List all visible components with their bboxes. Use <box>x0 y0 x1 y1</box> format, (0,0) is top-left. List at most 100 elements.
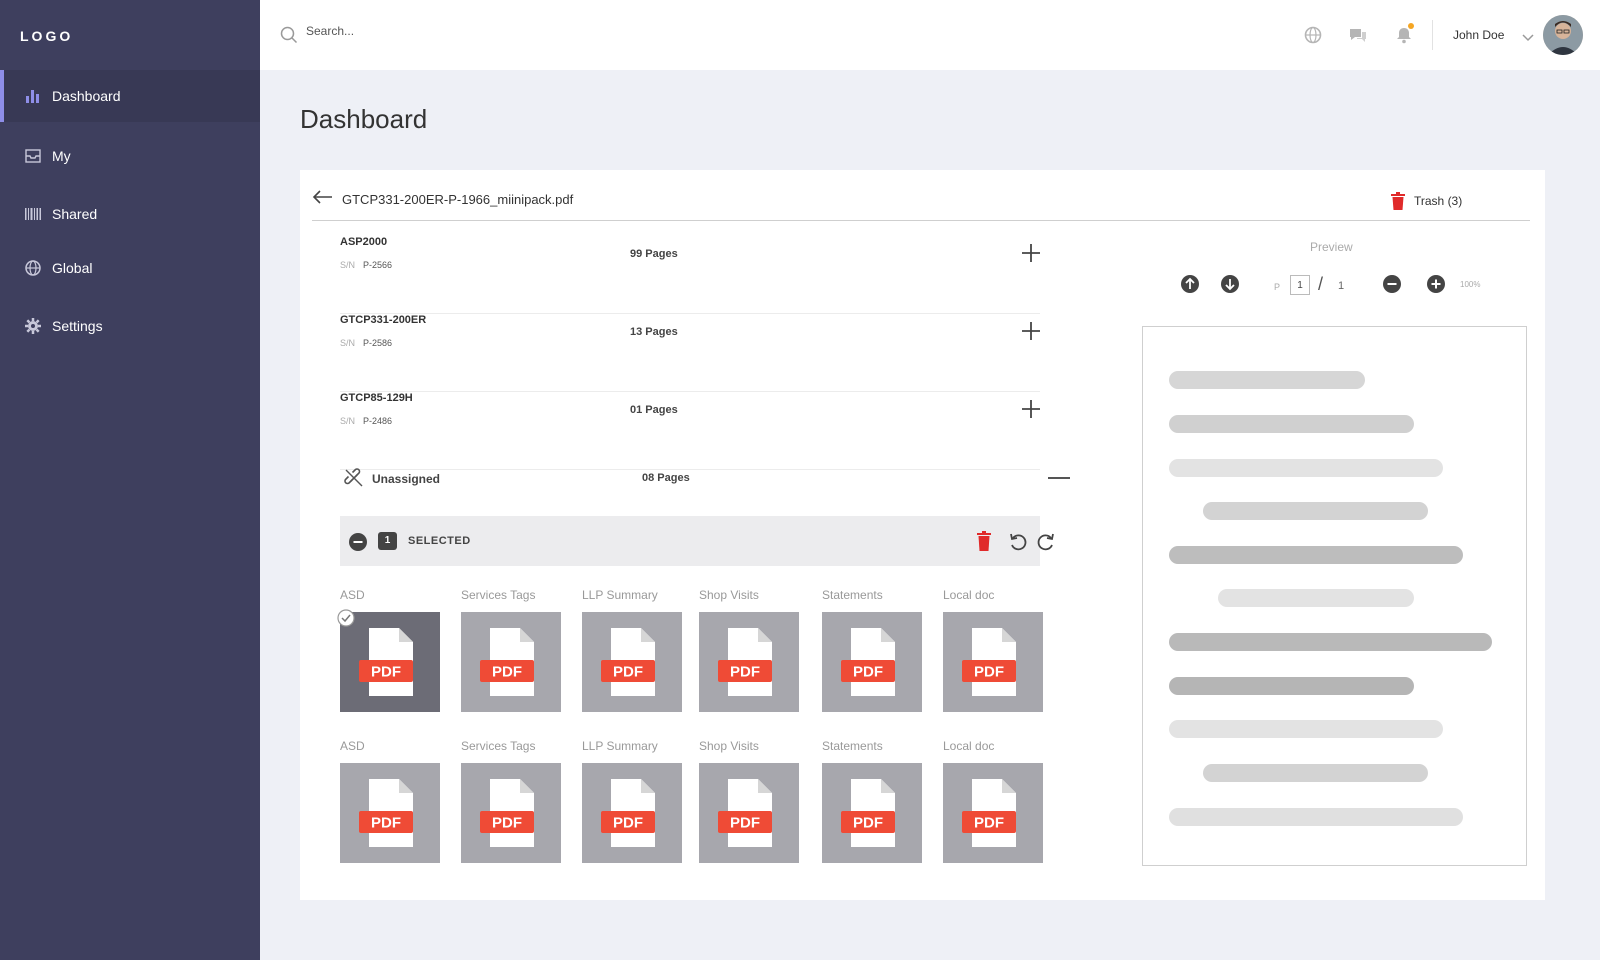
page-number-input[interactable] <box>1290 275 1310 295</box>
thumbnail-label: LLP Summary <box>582 739 658 753</box>
doc-page-count: 01 Pages <box>630 404 678 416</box>
page-prefix: P <box>1274 282 1281 292</box>
pdf-file-icon: PDF <box>962 628 1016 696</box>
page-title: Dashboard <box>300 104 428 134</box>
chat-icon[interactable] <box>1348 25 1368 45</box>
pdf-file-icon: PDF <box>962 779 1016 847</box>
pdf-thumbnail[interactable]: PDF <box>822 763 922 863</box>
pdf-file-icon: PDF <box>718 779 772 847</box>
plus-icon[interactable] <box>1020 398 1042 420</box>
check-circle-icon[interactable] <box>337 609 355 632</box>
preview-text-line <box>1203 502 1428 520</box>
avatar[interactable] <box>1543 15 1583 55</box>
unassigned-page-count: 08 Pages <box>642 472 690 484</box>
sidebar: LOGO Dashboard My Shared Global Settings <box>0 0 260 960</box>
user-name[interactable]: John Doe <box>1453 28 1504 42</box>
pdf-thumbnail[interactable]: PDF <box>461 763 561 863</box>
sidebar-item-settings[interactable]: Settings <box>0 300 260 352</box>
rotate-right-icon[interactable] <box>1036 532 1056 557</box>
selected-label: SELECTED <box>408 535 471 547</box>
zoom-level: 100% <box>1460 280 1481 289</box>
pdf-thumbnail[interactable]: PDF <box>582 763 682 863</box>
pdf-badge-label: PDF <box>974 664 1004 681</box>
pdf-file-icon: PDF <box>841 779 895 847</box>
divider <box>312 220 1530 221</box>
trash-icon[interactable] <box>976 531 992 556</box>
pdf-file-icon: PDF <box>480 628 534 696</box>
pdf-file-icon: PDF <box>601 628 655 696</box>
pdf-file-icon: PDF <box>601 779 655 847</box>
thumbnail-label: Local doc <box>943 588 995 602</box>
list-item[interactable]: GTCP331-200ER S/N P-2586 13 Pages <box>340 314 1040 392</box>
search-input[interactable] <box>306 24 606 38</box>
rotate-left-icon[interactable] <box>1008 532 1028 557</box>
gear-icon <box>24 317 42 335</box>
page-separator: / <box>1318 274 1324 294</box>
pdf-thumbnail[interactable]: PDF <box>822 612 922 712</box>
preview-pane[interactable] <box>1142 326 1527 866</box>
doc-name: ASP2000 <box>340 236 388 248</box>
zoom-in-icon[interactable] <box>1426 274 1446 299</box>
preview-text-line <box>1169 808 1463 826</box>
file-name: GTCP331-200ER-P-1966_miinipack.pdf <box>342 192 574 207</box>
doc-page-count: 13 Pages <box>630 326 678 338</box>
preview-text-line <box>1218 589 1414 607</box>
list-item[interactable]: ASP2000 S/N P-2566 99 Pages <box>340 236 1040 314</box>
plus-icon[interactable] <box>1020 242 1042 264</box>
top-bar: John Doe <box>260 0 1600 70</box>
thumbnail-label: LLP Summary <box>582 588 658 602</box>
collapse-button[interactable] <box>1048 477 1070 479</box>
plus-icon[interactable] <box>1020 320 1042 342</box>
thumbnail-label: Shop Visits <box>699 739 759 753</box>
pdf-file-icon: PDF <box>359 628 413 696</box>
thumbnail-label: Services Tags <box>461 588 536 602</box>
sidebar-item-dashboard[interactable]: Dashboard <box>0 70 260 122</box>
pdf-thumbnail[interactable]: PDF <box>699 763 799 863</box>
pdf-thumbnail[interactable]: PDF <box>340 763 440 863</box>
selection-toolbar: 1 SELECTED <box>340 516 1054 566</box>
arrow-down-icon[interactable] <box>1220 274 1240 299</box>
pdf-file-icon: PDF <box>480 779 534 847</box>
inbox-icon <box>24 147 42 165</box>
back-arrow-icon[interactable] <box>312 190 334 209</box>
doc-name: GTCP85-129H <box>340 392 413 404</box>
document-card: GTCP331-200ER-P-1966_miinipack.pdf Trash… <box>300 170 1545 900</box>
thumbnail-label: ASD <box>340 588 365 602</box>
pdf-badge-label: PDF <box>492 815 522 832</box>
sidebar-item-shared[interactable]: Shared <box>0 188 260 240</box>
trash-label: Trash (3) <box>1414 194 1463 208</box>
unassigned-label: Unassigned <box>372 472 441 486</box>
preview-text-line <box>1169 459 1443 477</box>
pdf-badge-label: PDF <box>613 664 643 681</box>
pdf-badge-label: PDF <box>730 815 760 832</box>
sidebar-item-global[interactable]: Global <box>0 242 260 294</box>
deselect-icon[interactable] <box>348 532 368 557</box>
pdf-badge-label: PDF <box>613 815 643 832</box>
search-icon[interactable] <box>280 26 298 49</box>
sidebar-item-my[interactable]: My <box>0 130 260 182</box>
trash-icon <box>1391 192 1405 210</box>
sidebar-item-label: Dashboard <box>52 88 121 104</box>
pdf-thumbnail[interactable]: PDF <box>582 612 682 712</box>
page-total: 1 <box>1338 280 1345 292</box>
pdf-thumbnail[interactable]: PDF <box>699 612 799 712</box>
globe-icon <box>24 259 42 277</box>
bell-icon[interactable] <box>1394 23 1414 45</box>
arrow-up-icon[interactable] <box>1180 274 1200 299</box>
globe-icon[interactable] <box>1303 25 1323 45</box>
pdf-thumbnail[interactable]: PDF <box>461 612 561 712</box>
zoom-out-icon[interactable] <box>1382 274 1402 299</box>
preview-label: Preview <box>1310 240 1353 254</box>
chevron-down-icon[interactable] <box>1522 29 1534 47</box>
pdf-thumbnail[interactable]: PDF <box>340 612 440 712</box>
thumbnail-label: Shop Visits <box>699 588 759 602</box>
selected-count-badge: 1 <box>378 532 397 550</box>
trash-button[interactable]: Trash (3) <box>1390 192 1462 210</box>
list-item[interactable]: GTCP85-129H S/N P-2486 01 Pages <box>340 392 1040 470</box>
pdf-thumbnail[interactable]: PDF <box>943 763 1043 863</box>
pdf-thumbnail[interactable]: PDF <box>943 612 1043 712</box>
sidebar-item-label: Shared <box>52 206 98 222</box>
thumbnail-label: ASD <box>340 739 365 753</box>
pdf-badge-label: PDF <box>730 664 760 681</box>
bar-chart-icon <box>24 87 42 105</box>
